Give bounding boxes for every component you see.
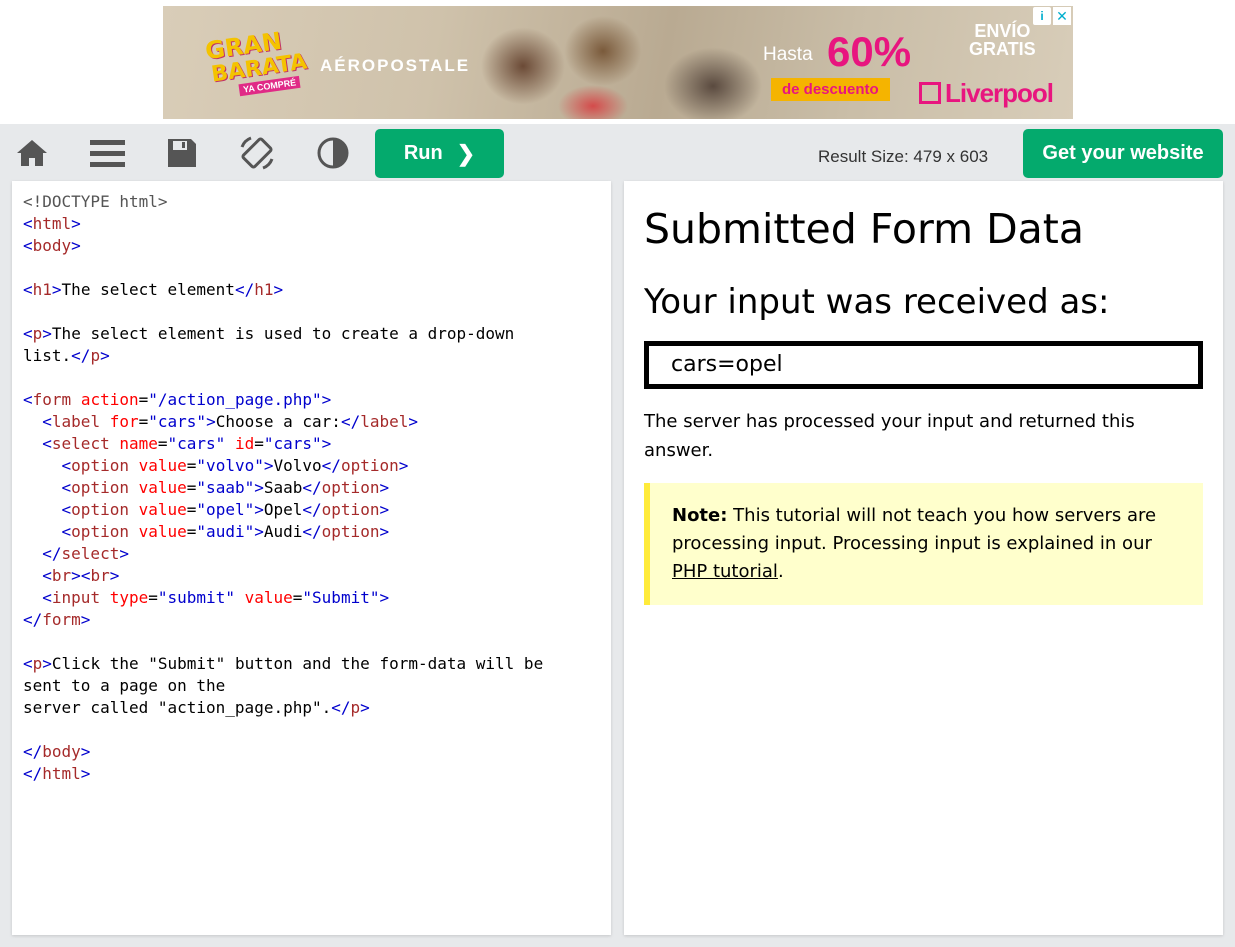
contrast-icon[interactable] [315,136,351,170]
ad-strip: GRAN BARATA YA COMPRÉ AÉROPOSTALE Hasta … [0,0,1235,124]
get-your-website-button[interactable]: Get your website [1023,129,1223,178]
code-line[interactable]: </select> [23,543,611,565]
code-line[interactable]: <html> [23,213,611,235]
home-icon[interactable] [14,136,50,170]
result-panel: Submitted Form Data Your input was recei… [624,181,1223,935]
note-text: This tutorial will not teach you how ser… [672,505,1157,554]
ad-descuento-badge: de descuento [771,78,890,101]
menu-icon[interactable] [89,136,125,170]
code-line[interactable]: <br><br> [23,565,611,587]
ad-gratis-text: GRATIS [969,39,1036,59]
rotate-icon[interactable] [239,136,275,170]
save-icon[interactable] [166,136,198,170]
code-line[interactable]: sent to a page on the [23,675,611,697]
ad-hasta-text: Hasta [763,44,813,65]
ad-envio-gratis: ENVÍO GRATIS [969,22,1036,58]
code-line[interactable] [23,257,611,279]
code-line[interactable]: <h1>The select element</h1> [23,279,611,301]
run-label: Run [403,142,443,164]
note-box: Note: This tutorial will not teach you h… [644,483,1203,605]
result-heading: Submitted Form Data [644,205,1085,253]
run-button[interactable]: Run ❯ [375,129,504,178]
liverpool-mark-icon [919,82,941,104]
ad-envio-text: ENVÍO [974,21,1031,41]
ad-store-logo: Liverpool [919,78,1054,109]
code-line[interactable]: <p>The select element is used to create … [23,323,611,345]
code-content[interactable]: <!DOCTYPE html> <html> <body> <h1>The sele… [12,181,611,785]
advertisement-banner[interactable]: GRAN BARATA YA COMPRÉ AÉROPOSTALE Hasta … [163,6,1073,119]
code-line[interactable]: <p>Click the "Submit" button and the for… [23,653,611,675]
code-editor[interactable]: <!DOCTYPE html> <html> <body> <h1>The sele… [12,181,611,935]
code-line[interactable]: <select name="cars" id="cars"> [23,433,611,455]
code-line[interactable]: </html> [23,763,611,785]
code-line[interactable]: server called "action_page.php".</p> [23,697,611,719]
code-line[interactable]: list.</p> [23,345,611,367]
code-line[interactable]: <option value="volvo">Volvo</option> [23,455,611,477]
note-label: Note: [672,505,728,526]
ad-store-name: Liverpool [945,78,1054,108]
code-line[interactable] [23,367,611,389]
code-line[interactable]: <option value="saab">Saab</option> [23,477,611,499]
result-paragraph: The server has processed your input and … [644,411,1135,461]
ad-percent-text: 60% [827,28,912,75]
ad-photo [443,6,773,119]
code-line[interactable]: <input type="submit" value="Submit"> [23,587,611,609]
code-line[interactable]: </body> [23,741,611,763]
code-line[interactable]: <label for="cars">Choose a car:</label> [23,411,611,433]
code-line[interactable]: <option value="audi">Audi</option> [23,521,611,543]
close-icon[interactable]: ✕ [1053,7,1071,25]
note-end: . [777,561,784,582]
code-line[interactable] [23,719,611,741]
received-data-box: cars=opel [644,341,1203,389]
code-line[interactable]: </form> [23,609,611,631]
code-line[interactable] [23,631,611,653]
code-line[interactable]: <body> [23,235,611,257]
php-tutorial-link[interactable]: PHP tutorial [672,561,778,582]
code-line[interactable]: <option value="opel">Opel</option> [23,499,611,521]
code-line[interactable] [23,301,611,323]
result-subheading: Your input was received as: [644,282,1110,322]
code-line[interactable]: <!DOCTYPE html> [23,191,611,213]
toolbar: Run ❯ Result Size: 479 x 603 Get your web… [0,124,1235,180]
code-line[interactable]: <form action="/action_page.php"> [23,389,611,411]
info-icon[interactable]: i [1033,7,1051,25]
result-size-text: Result Size: 479 x 603 [818,147,989,166]
chevron-right-icon: ❯ [456,140,476,166]
